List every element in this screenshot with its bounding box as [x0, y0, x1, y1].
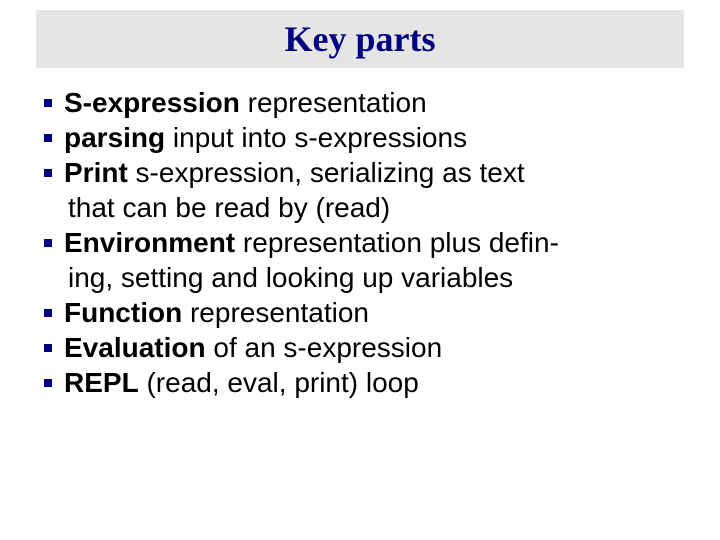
bullet-bold-text: Environment [64, 227, 235, 258]
bullet-text: of an s-expression [206, 332, 443, 363]
bullet-icon [44, 169, 52, 177]
bullet-text: representation [240, 87, 427, 118]
bullet-item: Function representation [44, 296, 676, 329]
bullet-item: REPL (read, eval, print) loop [44, 366, 676, 399]
bullet-text: ing, setting and looking up variables [68, 262, 513, 293]
slide-title: Key parts [285, 19, 436, 59]
bullet-item: Environment representation plus defin- [44, 226, 676, 259]
bullet-text: (read, eval, print) loop [139, 367, 419, 398]
bullet-text: that can be read by (read) [68, 192, 390, 223]
bullet-icon [44, 379, 52, 387]
bullet-item: parsing input into s-expressions [44, 121, 676, 154]
bullet-bold-text: REPL [64, 367, 139, 398]
bullet-item: Print s-expression, serializing as text [44, 156, 676, 189]
bullet-icon [44, 309, 52, 317]
bullet-bold-text: Function [64, 297, 182, 328]
bullet-bold-text: S-expression [64, 87, 240, 118]
bullet-icon [44, 99, 52, 107]
bullet-bold-text: Print [64, 157, 128, 188]
slide: Key parts S-expression representation pa… [0, 10, 720, 540]
bullet-icon [44, 134, 52, 142]
bullet-continuation: ing, setting and looking up variables [44, 261, 676, 294]
bullet-icon [44, 344, 52, 352]
bullet-bold-text: parsing [64, 122, 165, 153]
slide-content: S-expression representation parsing inpu… [44, 86, 676, 399]
bullet-continuation: that can be read by (read) [44, 191, 676, 224]
bullet-text: representation plus defin- [235, 227, 559, 258]
bullet-icon [44, 239, 52, 247]
bullet-text: s-expression, serializing as text [128, 157, 525, 188]
bullet-bold-text: Evaluation [64, 332, 206, 363]
title-bar: Key parts [36, 10, 684, 68]
bullet-item: Evaluation of an s-expression [44, 331, 676, 364]
bullet-text: input into s-expressions [165, 122, 467, 153]
bullet-item: S-expression representation [44, 86, 676, 119]
bullet-text: representation [182, 297, 369, 328]
